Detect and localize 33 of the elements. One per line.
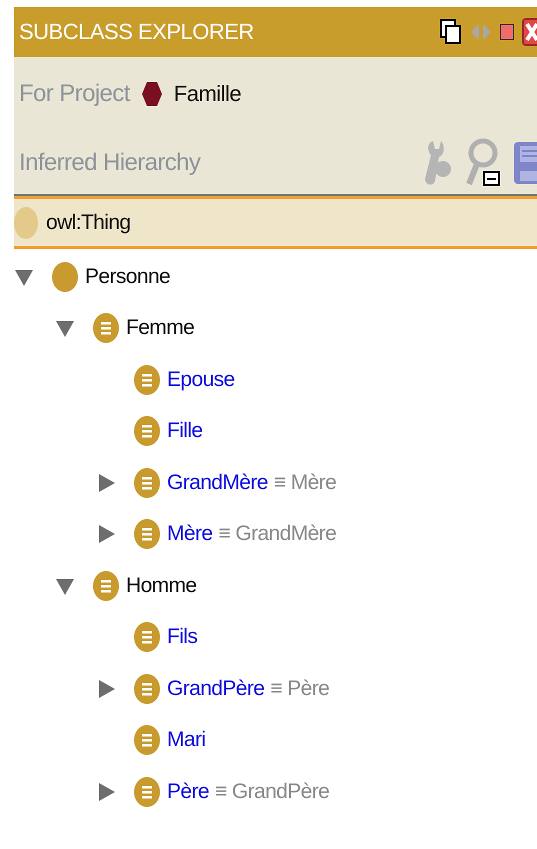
hierarchy-label: Inferred Hierarchy xyxy=(19,149,200,177)
class-label[interactable]: Femme xyxy=(126,316,194,340)
copy-icon[interactable] xyxy=(440,19,462,45)
panel-title: SUBCLASS EXPLORER xyxy=(19,19,254,45)
equivalent-class-label: ≡ Père xyxy=(270,676,330,701)
expand-arrow-icon[interactable] xyxy=(96,782,116,802)
search-icon[interactable] xyxy=(465,138,501,188)
expand-arrow-icon[interactable] xyxy=(96,678,116,699)
class-label[interactable]: Mari xyxy=(167,728,206,752)
class-label[interactable]: Epouse xyxy=(167,368,235,392)
save-icon[interactable] xyxy=(513,141,537,185)
class-icon xyxy=(14,206,38,238)
project-label: For Project xyxy=(19,80,130,108)
class-label[interactable]: GrandMère xyxy=(167,470,268,495)
root-class-label: owl:Thing xyxy=(46,210,130,234)
class-label[interactable]: Personne xyxy=(85,264,170,289)
class-label[interactable]: Père xyxy=(167,780,209,804)
equivalent-class-label: ≡ GrandPère xyxy=(214,780,330,804)
equivalent-class-label: ≡ Mère xyxy=(274,470,336,495)
collapse-arrow-icon[interactable] xyxy=(55,318,75,338)
project-name: Famille xyxy=(174,80,242,106)
minimize-icon[interactable] xyxy=(500,24,514,40)
expand-arrow-icon[interactable] xyxy=(96,524,116,544)
expand-arrow-icon[interactable] xyxy=(96,472,116,493)
hexagon-icon xyxy=(142,82,162,106)
class-label[interactable]: Fille xyxy=(167,419,203,444)
class-label[interactable]: GrandPère xyxy=(167,676,264,701)
class-label[interactable]: Fils xyxy=(167,625,198,650)
root-row[interactable]: owl:Thing xyxy=(14,199,537,249)
class-label[interactable]: Mère xyxy=(167,522,212,546)
class-label[interactable]: Homme xyxy=(126,574,197,598)
close-icon[interactable] xyxy=(522,18,537,46)
equivalent-class-label: ≡ GrandMère xyxy=(218,522,336,546)
